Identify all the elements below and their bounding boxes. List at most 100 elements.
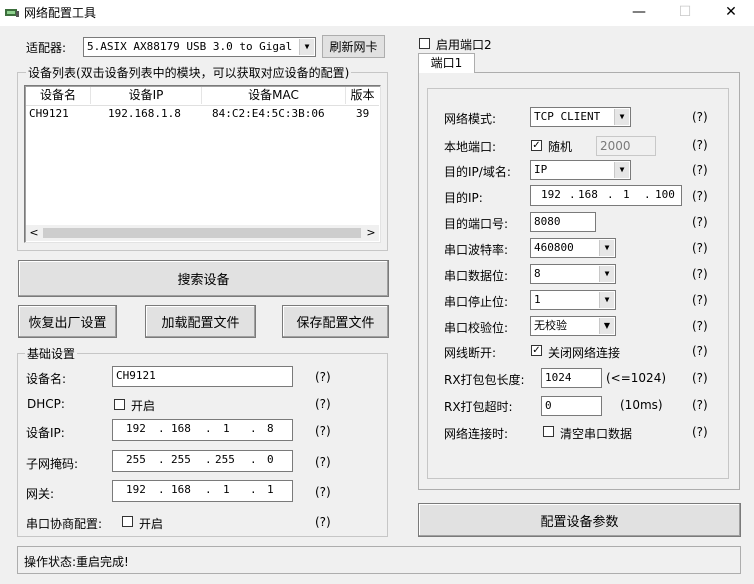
dest-ip-input[interactable]: 192 . 168 . 1 . 100 (530, 185, 682, 206)
help-hint: (?) (692, 267, 708, 281)
baud-rate-select[interactable]: 460800 ▼ (530, 238, 616, 258)
clear-serial-checkbox[interactable] (543, 426, 554, 437)
network-mode-select[interactable]: TCP CLIENT ▼ (530, 107, 631, 127)
ip-octet[interactable]: 0 (267, 453, 274, 466)
ip-octet[interactable]: 168 (578, 188, 598, 201)
serial-negotiation-label: 串口协商配置: (26, 517, 103, 531)
cell-device-mac: 84:C2:E4:5C:3B:06 (212, 107, 325, 120)
help-hint: (?) (692, 293, 708, 307)
window-title: 网络配置工具 (24, 6, 97, 20)
ip-octet[interactable]: 192 (126, 422, 146, 435)
cell-version: 39 (356, 107, 370, 120)
horizontal-scrollbar[interactable]: < > (26, 225, 379, 241)
parity-label: 串口校验位: (444, 321, 509, 335)
chevron-down-icon: ▼ (599, 318, 614, 334)
column-device-ip[interactable]: 设备IP (91, 87, 202, 104)
help-hint: (?) (315, 397, 331, 411)
rx-timeout-note: (10ms) (620, 398, 663, 412)
help-hint: (?) (692, 371, 708, 385)
enable-port2-checkbox[interactable] (419, 38, 430, 49)
random-port-label: 随机 (548, 140, 573, 154)
help-hint: (?) (692, 215, 708, 229)
dhcp-checkbox[interactable] (114, 399, 125, 410)
local-port-label: 本地端口: (444, 140, 497, 154)
minimize-button[interactable]: — (616, 0, 662, 26)
configure-device-button[interactable]: 配置设备参数 (418, 503, 741, 537)
column-device-name[interactable]: 设备名 (26, 87, 91, 104)
chevron-down-icon: ▼ (614, 109, 629, 125)
help-hint: (?) (315, 370, 331, 384)
ip-octet[interactable]: 192 (541, 188, 561, 201)
device-list[interactable]: 设备名 设备IP 设备MAC 版本 CH9121 192.168.1.8 84:… (24, 85, 381, 243)
dest-port-input[interactable]: 8080 (530, 212, 596, 232)
help-hint: (?) (315, 455, 331, 469)
ip-octet[interactable]: 255 (126, 453, 146, 466)
clear-serial-label: 清空串口数据 (560, 427, 633, 441)
network-mode-value: TCP CLIENT (534, 110, 601, 123)
scroll-left-icon[interactable]: < (28, 226, 40, 240)
device-list-header: 设备名 设备IP 设备MAC 版本 (26, 87, 379, 106)
ip-octet[interactable]: 1 (623, 188, 630, 201)
tab-port1[interactable]: 端口1 (418, 53, 475, 73)
network-mode-label: 网络模式: (444, 112, 497, 126)
help-hint: (?) (692, 344, 708, 358)
chevron-down-icon: ▼ (599, 266, 614, 282)
device-ip-input[interactable]: 192 . 168 . 1 . 8 (112, 419, 293, 441)
table-row[interactable]: CH9121 192.168.1.8 84:C2:E4:5C:3B:06 39 (26, 106, 379, 122)
help-hint: (?) (692, 189, 708, 203)
close-button[interactable]: ✕ (708, 0, 754, 26)
subnet-mask-input[interactable]: 255 . 255 . 255 . 0 (112, 450, 293, 472)
rx-length-input[interactable]: 1024 (541, 368, 602, 388)
data-bits-select[interactable]: 8 ▼ (530, 264, 616, 284)
net-connect-label: 网络连接时: (444, 427, 509, 441)
search-devices-button[interactable]: 搜索设备 (18, 260, 389, 297)
dhcp-label: DHCP: (27, 397, 65, 411)
scroll-right-icon[interactable]: > (365, 226, 377, 240)
restore-factory-button[interactable]: 恢复出厂设置 (18, 305, 117, 338)
ip-octet[interactable]: 192 (126, 483, 146, 496)
scrollbar-thumb[interactable] (43, 228, 361, 238)
ip-octet[interactable]: 8 (267, 422, 274, 435)
title-bar: 网络配置工具 — ☐ ✕ (0, 0, 754, 26)
column-device-mac[interactable]: 设备MAC (202, 87, 346, 104)
ip-octet[interactable]: 255 (171, 453, 191, 466)
serial-negotiation-checkbox[interactable] (122, 516, 133, 527)
help-hint: (?) (692, 110, 708, 124)
help-hint: (?) (692, 241, 708, 255)
ip-octet[interactable]: 168 (171, 483, 191, 496)
ip-octet[interactable]: 1 (223, 483, 230, 496)
gateway-input[interactable]: 192 . 168 . 1 . 1 (112, 480, 293, 502)
ip-octet[interactable]: 100 (655, 188, 675, 201)
help-hint: (?) (692, 163, 708, 177)
cell-device-ip: 192.168.1.8 (108, 107, 181, 120)
ip-octet[interactable]: 255 (215, 453, 235, 466)
device-name-input[interactable]: CH9121 (112, 366, 293, 387)
adapter-select[interactable]: 5.ASIX AX88179 USB 3.0 to Gigal ▼ (83, 37, 316, 57)
load-config-button[interactable]: 加载配置文件 (145, 305, 256, 338)
data-bits-label: 串口数据位: (444, 269, 509, 283)
ip-octet[interactable]: 168 (171, 422, 191, 435)
ip-octet[interactable]: 1 (267, 483, 274, 496)
cell-device-name: CH9121 (29, 107, 69, 120)
data-bits-value: 8 (534, 267, 541, 280)
dest-type-select[interactable]: IP ▼ (530, 160, 631, 180)
random-port-checkbox[interactable]: ✓ (531, 140, 542, 151)
rx-timeout-label: RX打包超时: (444, 400, 513, 414)
close-connection-checkbox[interactable]: ✓ (531, 345, 542, 356)
device-ip-label: 设备IP: (26, 426, 65, 440)
save-config-button[interactable]: 保存配置文件 (282, 305, 389, 338)
chevron-down-icon: ▼ (299, 39, 314, 55)
device-list-title: 设备列表(双击设备列表中的模块，可以获取对应设备的配置) (26, 64, 352, 81)
refresh-adapter-button[interactable]: 刷新网卡 (322, 35, 385, 58)
gateway-label: 网关: (26, 487, 55, 501)
rx-timeout-input[interactable]: 0 (541, 396, 602, 416)
device-name-label: 设备名: (26, 372, 67, 386)
stop-bits-select[interactable]: 1 ▼ (530, 290, 616, 310)
cable-disconnect-label: 网线断开: (444, 346, 497, 360)
chevron-down-icon: ▼ (599, 292, 614, 308)
parity-select[interactable]: 无校验 ▼ (530, 316, 616, 336)
column-version[interactable]: 版本 (346, 87, 379, 104)
baud-rate-label: 串口波特率: (444, 243, 509, 257)
dest-type-label: 目的IP/域名: (444, 165, 511, 179)
ip-octet[interactable]: 1 (223, 422, 230, 435)
